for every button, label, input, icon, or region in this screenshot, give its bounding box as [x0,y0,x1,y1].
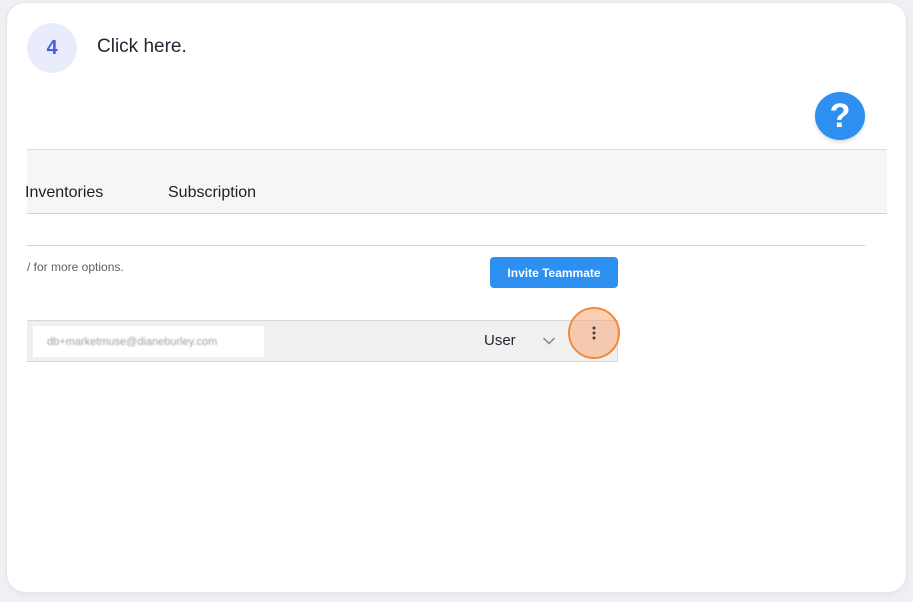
options-hint: / for more options. [27,260,124,274]
step-number-badge: 4 [27,23,77,73]
tab-inventories[interactable]: Inventories [25,184,103,202]
role-select[interactable]: User [484,332,516,349]
row-more-options-button[interactable] [568,307,620,359]
member-email: db+marketmuse@dianeburley.com [47,335,218,348]
invite-teammate-button[interactable]: Invite Teammate [490,257,618,288]
settings-tab-bar: Inventories Subscription [25,149,887,214]
section-divider [27,245,865,246]
help-button[interactable]: ? [815,92,865,140]
table-row: db+marketmuse@dianeburley.com User [27,320,618,362]
chevron-down-icon[interactable] [542,334,556,348]
guide-card: 4 Click here. ? Inventories Subscription… [7,3,906,592]
more-vertical-icon [592,326,596,340]
step-instruction: Click here. [97,36,187,57]
tab-subscription[interactable]: Subscription [168,184,256,202]
question-mark-icon: ? [829,96,851,135]
member-email-field: db+marketmuse@dianeburley.com [33,326,264,357]
